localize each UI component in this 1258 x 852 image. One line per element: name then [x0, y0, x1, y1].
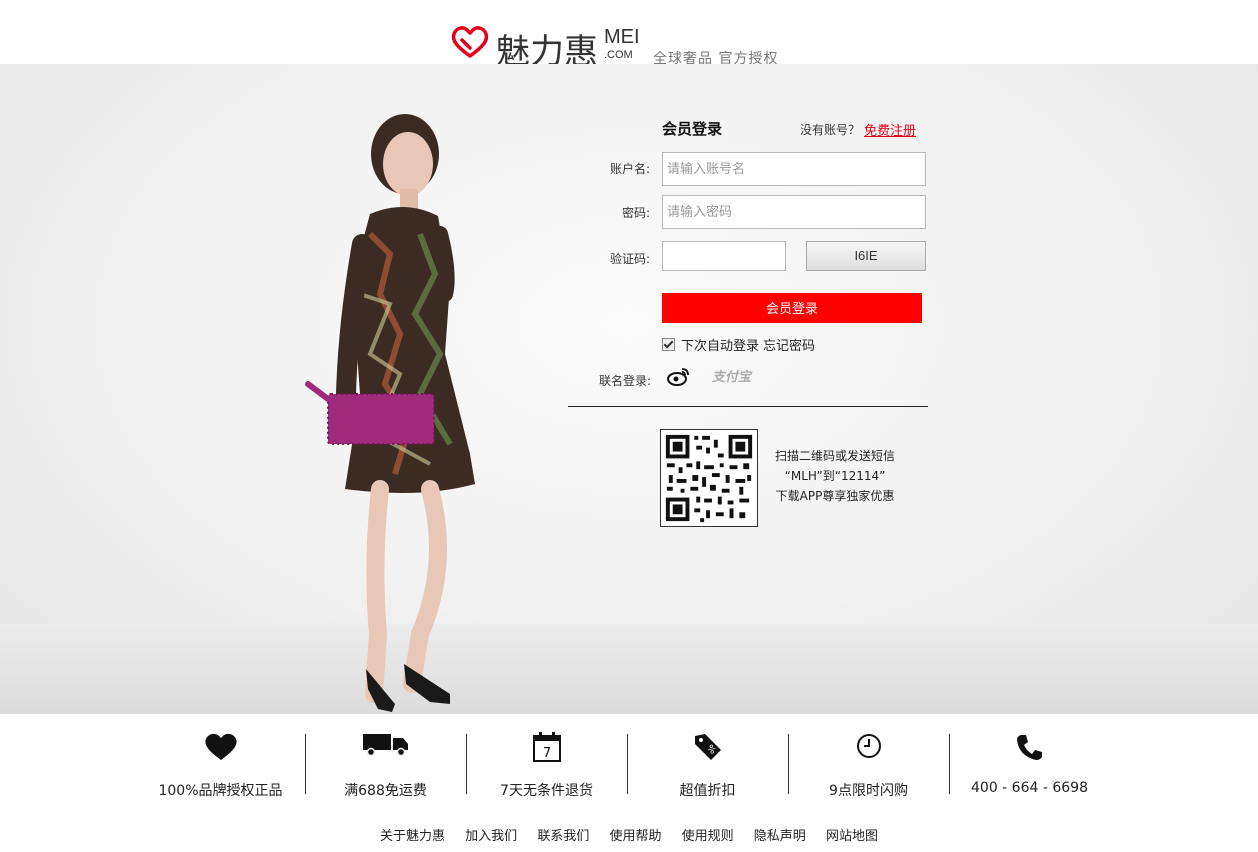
qr-line: 下载APP尊享独家优惠	[775, 489, 895, 503]
qr-line: 扫描二维码或发送短信	[774, 449, 895, 463]
feature-label: 7天无条件退货	[500, 783, 593, 799]
qr-instructions: 扫描二维码或发送短信 “MLH”到“12114” 下载APP尊享独家优惠	[770, 446, 900, 506]
feature-label: 9点限时闪购	[829, 783, 908, 799]
logo-brand-en: MEI	[604, 26, 640, 48]
feature-label: 100%品牌授权正品	[158, 783, 283, 799]
login-title: 会员登录	[662, 120, 723, 138]
social-login-label: 联名登录:	[599, 374, 652, 388]
heart-logo-icon	[451, 26, 489, 58]
tag-icon: %	[694, 734, 721, 760]
footer-link-privacy[interactable]: 隐私声明	[754, 829, 806, 844]
footer-links: 关于魅力惠 加入我们 联系我们 使用帮助 使用规则 隐私声明 网站地图	[0, 825, 1258, 844]
footer-link-about[interactable]: 关于魅力惠	[380, 829, 445, 844]
remember-row: 下次自动登录 忘记密码	[662, 335, 815, 354]
footer-link-sitemap[interactable]: 网站地图	[826, 829, 878, 844]
section-divider	[568, 406, 928, 407]
footer-link-contact[interactable]: 联系我们	[537, 829, 589, 844]
qr-code	[660, 429, 758, 527]
footer-link-rules[interactable]: 使用规则	[682, 829, 734, 844]
feature-strip: 100%品牌授权正品 满688免运费 7 7天无条件退货 % 超值折扣 9点限时…	[140, 714, 1120, 814]
phone-icon	[1016, 735, 1042, 760]
footer-link-join[interactable]: 加入我们	[465, 829, 517, 844]
feature-item: 100%品牌授权正品	[140, 714, 301, 814]
login-button[interactable]: 会员登录	[662, 293, 922, 323]
feature-item: 满688免运费	[305, 714, 466, 814]
captcha-image[interactable]: I6IE	[806, 241, 926, 271]
footer-link-help[interactable]: 使用帮助	[609, 829, 661, 844]
model-photo	[305, 114, 475, 712]
username-field[interactable]	[662, 152, 926, 186]
register-link[interactable]: 免费注册	[864, 120, 916, 139]
remember-label[interactable]: 下次自动登录	[681, 335, 759, 354]
calendar-day: 7	[542, 746, 550, 761]
feature-item: 9点限时闪购	[788, 714, 949, 814]
captcha-field[interactable]	[662, 241, 786, 271]
feature-label: 400 - 664 - 6698	[971, 780, 1088, 796]
feature-label: 满688免运费	[344, 783, 427, 799]
remember-checkbox[interactable]	[662, 338, 675, 351]
weibo-icon[interactable]	[667, 366, 691, 386]
feature-item: 7 7天无条件退货	[466, 714, 627, 814]
hero-floor	[0, 624, 1258, 714]
logo-brand-suffix: .COM	[604, 49, 633, 61]
qr-line: “MLH”到“12114”	[784, 469, 886, 483]
feature-item: % 超值折扣	[627, 714, 788, 814]
username-label: 账户名:	[609, 162, 650, 176]
captcha-label: 验证码:	[609, 252, 650, 266]
clock-icon	[856, 734, 881, 758]
truck-icon	[362, 734, 408, 756]
no-account-text: 没有账号？	[800, 123, 861, 137]
heart-icon	[204, 733, 237, 760]
feature-item: 400 - 664 - 6698	[949, 714, 1110, 814]
alipay-login-link[interactable]: 支付宝	[712, 366, 751, 385]
password-label: 密码:	[621, 206, 650, 220]
calendar-icon: 7	[532, 732, 561, 762]
forgot-password-link[interactable]: 忘记密码	[763, 335, 815, 354]
password-field[interactable]	[662, 195, 926, 229]
feature-label: 超值折扣	[679, 783, 736, 799]
